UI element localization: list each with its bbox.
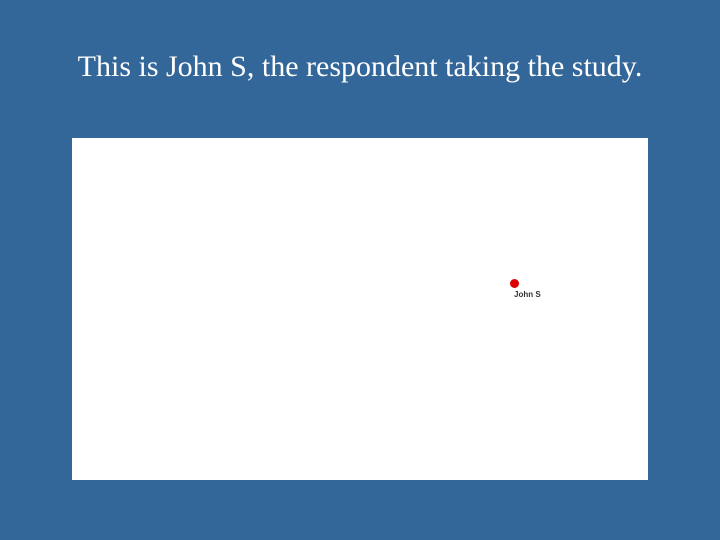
network-canvas: John S (72, 138, 648, 480)
slide-title: This is John S, the respondent taking th… (77, 50, 643, 83)
respondent-node[interactable] (510, 279, 519, 288)
respondent-node-label: John S (514, 290, 541, 299)
